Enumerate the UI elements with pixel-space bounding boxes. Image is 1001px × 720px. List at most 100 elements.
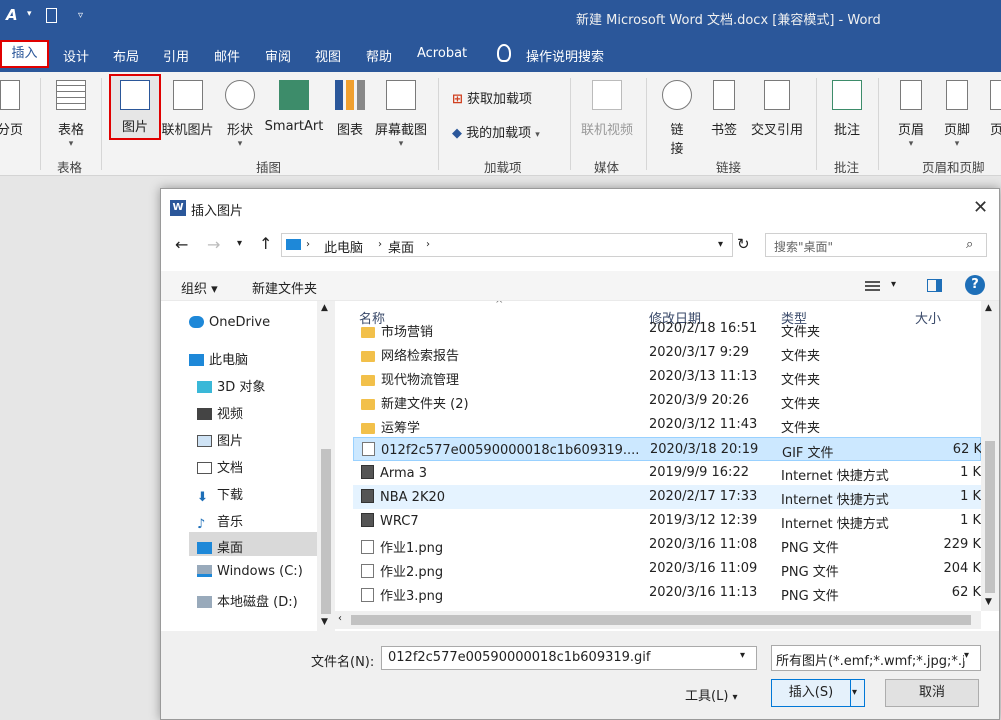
scroll-left-icon[interactable]: ‹ [338, 613, 342, 624]
header-button[interactable]: 页眉 ▾ [894, 80, 928, 149]
tell-me-search[interactable]: 操作说明搜索 [526, 46, 604, 65]
get-addins-button[interactable]: ⊞ 获取加载项 [452, 88, 532, 107]
address-dropdown-icon[interactable]: ▾ [718, 239, 723, 250]
nav-item-desktop[interactable]: 桌面 [197, 537, 243, 556]
recent-locations-chevron-icon[interactable]: ▾ [237, 238, 242, 249]
filename-history-dropdown-icon[interactable]: ▾ [740, 650, 745, 661]
address-bar[interactable]: › 此电脑 › 桌面 › ▾ [281, 233, 733, 257]
new-folder-button[interactable]: 新建文件夹 [252, 278, 317, 297]
file-type-filter-select[interactable]: 所有图片(*.emf;*.wmf;*.jpg;*.j ▾ [771, 645, 981, 671]
cancel-button[interactable]: 取消 [885, 679, 979, 707]
scroll-down-icon[interactable]: ▼ [985, 597, 992, 607]
nav-item-videos[interactable]: 视频 [197, 403, 243, 422]
cross-reference-button[interactable]: 交叉引用 [748, 80, 806, 138]
breadcrumb-desktop[interactable]: 桌面 [388, 237, 414, 256]
tab-view[interactable]: 视图 [315, 46, 341, 65]
file-date: 2020/3/16 11:09 [649, 561, 758, 576]
link-button[interactable]: 链 接 [660, 80, 694, 157]
nav-item-onedrive[interactable]: OneDrive [189, 315, 270, 330]
preview-pane-icon[interactable] [927, 279, 942, 292]
bookmark-button[interactable]: 书签 [706, 80, 742, 138]
nav-item-local-d[interactable]: 本地磁盘 (D:) [197, 591, 298, 610]
page-break-button[interactable]: 分页 [0, 80, 26, 138]
new-document-icon[interactable] [46, 8, 57, 23]
file-row[interactable]: 012f2c577e00590000018c1b609319.... 2020/3… [353, 437, 982, 461]
file-row[interactable]: 网络检索报告 2020/3/17 9:29 文件夹 [353, 341, 981, 365]
customize-toolbar-icon[interactable]: ▿ [78, 10, 83, 21]
insert-options-dropdown-icon[interactable]: ▾ [852, 680, 857, 706]
online-picture-icon [172, 80, 203, 110]
file-name: WRC7 [380, 514, 419, 529]
nav-item-documents[interactable]: 文档 [197, 457, 243, 476]
tools-button[interactable]: 工具(L) ▾ [685, 685, 738, 704]
search-icon: ⌕ [966, 237, 974, 252]
up-arrow-icon[interactable]: ↑ [259, 234, 272, 253]
shortcut-icon [361, 465, 374, 479]
screenshot-button[interactable]: 屏幕截图 ▾ [372, 80, 430, 149]
file-row[interactable]: 作业2.png 2020/3/16 11:09 PNG 文件 204 K [353, 557, 981, 581]
file-row[interactable]: Arma 3 2019/9/9 16:22 Internet 快捷方式 1 K [353, 461, 981, 485]
filename-input[interactable]: 012f2c577e00590000018c1b609319.gif ▾ [381, 646, 757, 670]
quick-access-dropdown-icon[interactable]: ▾ [27, 9, 32, 19]
my-addins-button[interactable]: ◆ 我的加载项 ▾ [452, 122, 540, 141]
file-row[interactable]: WRC7 2019/3/12 12:39 Internet 快捷方式 1 K [353, 509, 981, 533]
scroll-down-icon[interactable]: ▼ [321, 617, 328, 627]
tab-help[interactable]: 帮助 [366, 46, 392, 65]
view-options-icon[interactable] [865, 279, 880, 291]
search-input[interactable]: 搜索"桌面" ⌕ [765, 233, 987, 257]
footer-button[interactable]: 页脚 ▾ [940, 80, 974, 149]
shapes-button[interactable]: 形状 ▾ [222, 80, 258, 149]
scroll-up-icon[interactable]: ▲ [985, 303, 992, 313]
tab-insert[interactable]: 插入 [0, 40, 49, 68]
tab-design[interactable]: 设计 [63, 46, 89, 65]
file-row[interactable]: 作业1.png 2020/3/16 11:08 PNG 文件 229 K [353, 533, 981, 557]
horizontal-scrollbar[interactable]: ‹ [335, 611, 981, 629]
table-button[interactable]: 表格 ▾ [51, 80, 91, 149]
page-number-button[interactable]: 页 [984, 80, 1001, 138]
online-pictures-button[interactable]: 联机图片 [160, 80, 215, 138]
horizontal-scroll-thumb[interactable] [351, 615, 971, 625]
nav-item-pictures[interactable]: 图片 [197, 430, 243, 449]
nav-item-music[interactable]: ♪ 音乐 [197, 511, 243, 532]
group-label-tables: 表格 [57, 160, 83, 175]
file-name: Arma 3 [380, 466, 428, 481]
nav-scroll-thumb[interactable] [321, 449, 331, 614]
tab-mailings[interactable]: 邮件 [214, 46, 240, 65]
tab-acrobat[interactable]: Acrobat [417, 46, 467, 61]
file-row[interactable]: NBA 2K20 2020/2/17 17:33 Internet 快捷方式 1 K [353, 485, 981, 509]
file-row[interactable]: 作业3.png 2020/3/16 11:13 PNG 文件 62 K [353, 581, 981, 605]
file-list-scrollbar[interactable]: ▲ ▼ [981, 301, 999, 611]
picture-button[interactable]: 图片 [109, 74, 161, 140]
nav-item-3d-objects[interactable]: 3D 对象 [197, 376, 265, 395]
file-row[interactable]: 市场营销 2020/2/18 16:51 文件夹 [353, 317, 981, 341]
insert-button[interactable]: 插入(S) ▾ [771, 679, 865, 707]
new-comment-button[interactable]: 批注 [830, 80, 864, 138]
organize-button[interactable]: 组织 ▾ [181, 278, 218, 297]
smartart-button[interactable]: SmartArt [264, 80, 324, 134]
close-icon[interactable]: ✕ [973, 197, 988, 218]
refresh-icon[interactable]: ↻ [737, 235, 750, 253]
file-list-scroll-thumb[interactable] [985, 441, 995, 593]
back-arrow-icon[interactable]: ← [175, 235, 188, 254]
file-row[interactable]: 新建文件夹 (2) 2020/3/9 20:26 文件夹 [353, 389, 981, 413]
cloud-icon [189, 316, 204, 328]
tab-references[interactable]: 引用 [163, 46, 189, 65]
tab-layout[interactable]: 布局 [113, 46, 139, 65]
nav-item-windows-c[interactable]: Windows (C:) [197, 564, 303, 579]
file-row[interactable]: 运筹学 2020/3/12 11:43 文件夹 [353, 413, 981, 437]
autosave-icon[interactable]: A [6, 6, 18, 24]
nav-item-downloads[interactable]: ⬇ 下载 [197, 484, 243, 505]
nav-scrollbar[interactable]: ▲ ▼ [317, 301, 335, 631]
breadcrumb-this-pc[interactable]: 此电脑 [324, 237, 363, 256]
cross-reference-icon [764, 80, 790, 110]
tab-review[interactable]: 审阅 [265, 46, 291, 65]
nav-item-this-pc[interactable]: 此电脑 [189, 349, 248, 368]
shapes-icon [225, 80, 255, 110]
chevron-down-icon: ▾ [68, 139, 74, 149]
chart-button[interactable]: 图表 [334, 80, 366, 138]
help-icon[interactable]: ? [965, 275, 985, 295]
view-dropdown-icon[interactable]: ▾ [891, 279, 896, 290]
scroll-up-icon[interactable]: ▲ [321, 303, 328, 313]
file-row[interactable]: 现代物流管理 2020/3/13 11:13 文件夹 [353, 365, 981, 389]
forward-arrow-icon[interactable]: → [207, 235, 220, 254]
